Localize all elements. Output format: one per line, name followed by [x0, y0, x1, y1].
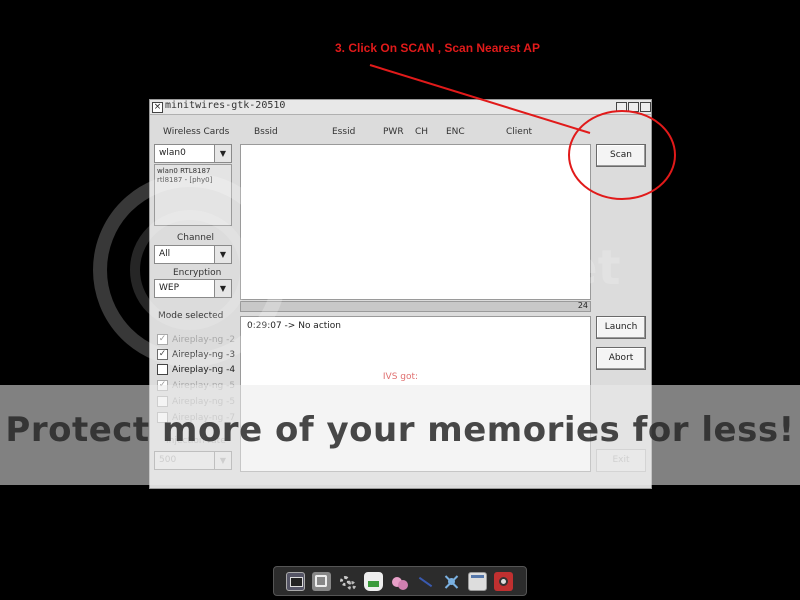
interface-info: wlan0 RTL8187 rtl8187 - [phy0] [157, 167, 213, 184]
minimize-icon[interactable] [616, 102, 627, 112]
mode-label: Aireplay-ng -5 [172, 381, 236, 391]
dots-icon[interactable] [390, 572, 409, 591]
column-header: ENC [446, 127, 465, 137]
annotation-text: 3. Click On SCAN , Scan Nearest AP [335, 41, 540, 55]
mode-selected-label: Mode selected [158, 311, 224, 321]
mode-checkbox-row[interactable]: Aireplay-ng -7 [157, 412, 235, 424]
ap-list[interactable] [240, 144, 591, 300]
injection-rate-value: 500 [159, 455, 177, 465]
channel-value: All [159, 249, 171, 259]
window-icon[interactable] [468, 572, 487, 591]
injection-rate-label: Injection rate [166, 436, 226, 446]
taskbar [273, 566, 527, 596]
mode-label: Aireplay-ng -2 [172, 335, 236, 345]
abort-button[interactable]: Abort [596, 347, 646, 370]
restore-icon[interactable] [640, 102, 651, 112]
network-icon[interactable] [442, 572, 461, 591]
channel-label: Channel [177, 233, 214, 243]
package-icon[interactable] [364, 572, 383, 591]
encryption-label: Encryption [173, 268, 222, 278]
checkbox[interactable]: ✓ [157, 349, 168, 360]
interface-value: wlan0 [159, 148, 186, 158]
column-header: Essid [332, 127, 356, 137]
column-header: PWR [383, 127, 404, 137]
chevron-down-icon: ▼ [214, 145, 231, 162]
maximize-icon[interactable] [628, 102, 639, 112]
close-icon[interactable]: × [152, 102, 163, 113]
exit-button[interactable]: Exit [596, 449, 646, 472]
title-bar: × minitwires-gtk-20510 [150, 100, 651, 115]
checkbox[interactable] [157, 412, 168, 423]
encryption-value: WEP [159, 283, 180, 293]
mode-label: Aireplay-ng -3 [172, 350, 236, 360]
mode-label: Aireplay-ng -5 [172, 397, 236, 407]
terminal-icon[interactable] [286, 572, 305, 591]
interface-info-box: wlan0 RTL8187 rtl8187 - [phy0] [154, 164, 232, 226]
checkbox[interactable] [157, 396, 168, 407]
column-header: Client [506, 127, 533, 137]
injection-rate-select[interactable]: 500 ▼ [154, 451, 232, 470]
camera-icon[interactable] [494, 572, 513, 591]
log-panel [240, 316, 591, 472]
window-title: minitwires-gtk-20510 [165, 100, 286, 111]
wireless-cards-label: Wireless Cards [163, 127, 230, 137]
column-header: Bssid [254, 127, 278, 137]
progress-count: 24 [577, 301, 588, 310]
ivs-status: IVS got: [382, 372, 419, 382]
progress-bar: 24 [240, 301, 591, 312]
gears-icon[interactable] [338, 572, 357, 591]
mode-checkbox-row[interactable]: ✓ Aireplay-ng -2 [157, 334, 235, 346]
mode-checkbox-row[interactable]: ✓ Aireplay-ng -3 [157, 349, 235, 361]
mode-checkbox-row[interactable]: Aireplay-ng -5 [157, 396, 235, 408]
interface-select[interactable]: wlan0 ▼ [154, 144, 232, 163]
mode-label: Aireplay-ng -7 [172, 413, 236, 423]
launch-button[interactable]: Launch [596, 316, 646, 339]
settings-icon[interactable] [312, 572, 331, 591]
chevron-down-icon: ▼ [214, 280, 231, 297]
checkbox[interactable]: ✓ [157, 334, 168, 345]
log-line: 0:29:07 -> No action [247, 321, 342, 331]
column-header: CH [415, 127, 429, 137]
chevron-down-icon: ▼ [214, 246, 231, 263]
scan-button[interactable]: Scan [596, 144, 646, 167]
chevron-down-icon: ▼ [214, 452, 231, 469]
encryption-select[interactable]: WEP ▼ [154, 279, 232, 298]
channel-select[interactable]: All ▼ [154, 245, 232, 264]
wire-icon[interactable] [416, 572, 435, 591]
